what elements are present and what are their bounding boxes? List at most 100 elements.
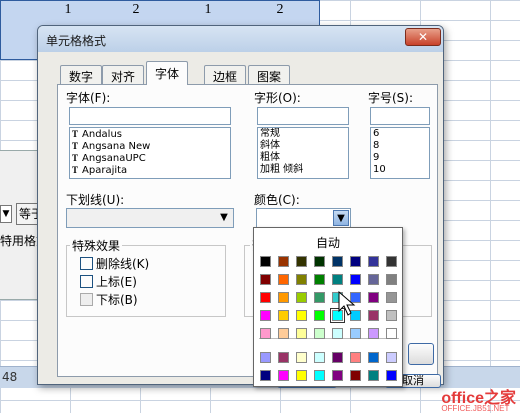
- tab-border[interactable]: 边框: [204, 65, 247, 84]
- color-swatch[interactable]: [386, 370, 397, 381]
- color-swatch[interactable]: [368, 352, 379, 363]
- style-label: 字形(O):: [254, 91, 301, 105]
- size-list-item[interactable]: 8: [371, 140, 429, 152]
- color-swatch[interactable]: [296, 370, 307, 381]
- chevron-down-icon[interactable]: ▼: [333, 210, 349, 226]
- color-swatch[interactable]: [278, 352, 289, 363]
- effects-title: 特殊效果: [70, 237, 123, 254]
- color-swatch[interactable]: [386, 310, 397, 321]
- size-input[interactable]: [370, 107, 430, 125]
- color-select[interactable]: ▼: [256, 208, 351, 228]
- color-swatch[interactable]: [350, 370, 361, 381]
- chevron-down-icon[interactable]: ▼: [216, 210, 232, 226]
- close-button[interactable]: ✕: [405, 28, 441, 46]
- color-swatch[interactable]: [350, 274, 361, 285]
- color-swatch[interactable]: [278, 310, 289, 321]
- sheet-cell[interactable]: 2: [126, 2, 146, 18]
- color-swatch[interactable]: [260, 292, 271, 303]
- color-swatch[interactable]: [278, 370, 289, 381]
- color-swatch[interactable]: [386, 292, 397, 303]
- size-list-item[interactable]: 9: [371, 152, 429, 164]
- font-list-item[interactable]: T AngsanaUPC: [70, 152, 230, 164]
- checkbox-box[interactable]: [80, 257, 93, 270]
- font-label: 字体(F):: [66, 91, 111, 105]
- color-swatch[interactable]: [368, 274, 379, 285]
- color-swatch[interactable]: [368, 292, 379, 303]
- automatic-color-option[interactable]: 自动: [254, 234, 402, 251]
- color-swatch[interactable]: [278, 274, 289, 285]
- color-swatch[interactable]: [368, 256, 379, 267]
- sheet-cell[interactable]: 2: [270, 2, 290, 18]
- color-swatch[interactable]: [332, 352, 343, 363]
- color-swatch[interactable]: [260, 256, 271, 267]
- color-swatch[interactable]: [314, 352, 325, 363]
- color-swatch[interactable]: [296, 328, 307, 339]
- partial-button[interactable]: [408, 343, 434, 365]
- color-swatch[interactable]: [278, 292, 289, 303]
- color-swatch[interactable]: [260, 352, 271, 363]
- subscript-checkbox[interactable]: 下标(B): [80, 291, 138, 307]
- color-swatch[interactable]: [386, 352, 397, 363]
- sheet-cell[interactable]: 1: [198, 2, 218, 18]
- dialog-titlebar[interactable]: 单元格格式 ✕: [38, 26, 443, 52]
- color-swatch[interactable]: [386, 256, 397, 267]
- color-swatch[interactable]: [260, 328, 271, 339]
- color-swatch[interactable]: [314, 370, 325, 381]
- size-list[interactable]: 6 8 9 10: [370, 127, 430, 179]
- tab-alignment[interactable]: 对齐: [102, 65, 145, 84]
- color-swatch[interactable]: [368, 370, 379, 381]
- font-list[interactable]: T Andalus T Angsana New T AngsanaUPC T Apara…: [69, 127, 231, 179]
- color-swatch[interactable]: [296, 256, 307, 267]
- color-swatch[interactable]: [296, 352, 307, 363]
- style-list-item[interactable]: 斜体: [258, 140, 348, 152]
- size-list-item[interactable]: 6: [371, 128, 429, 140]
- color-swatch[interactable]: [314, 310, 325, 321]
- color-swatch[interactable]: [260, 310, 271, 321]
- style-list-item[interactable]: 粗体: [258, 152, 348, 164]
- tab-font[interactable]: 字体: [146, 61, 189, 85]
- color-swatch[interactable]: [368, 328, 379, 339]
- color-swatch[interactable]: [386, 274, 397, 285]
- color-swatch[interactable]: [296, 292, 307, 303]
- truetype-icon: T: [72, 153, 79, 163]
- color-swatch[interactable]: [386, 328, 397, 339]
- color-swatch[interactable]: [314, 292, 325, 303]
- color-swatch[interactable]: [350, 256, 361, 267]
- color-swatch[interactable]: [296, 274, 307, 285]
- color-swatch[interactable]: [314, 328, 325, 339]
- checkbox-box[interactable]: [80, 293, 93, 306]
- size-list-item[interactable]: 10: [371, 164, 429, 176]
- sheet-cell[interactable]: 1: [58, 2, 78, 18]
- color-swatch[interactable]: [278, 256, 289, 267]
- font-input[interactable]: [69, 107, 231, 125]
- color-swatch[interactable]: [368, 310, 379, 321]
- color-swatch[interactable]: [332, 370, 343, 381]
- color-swatch[interactable]: [332, 274, 343, 285]
- superscript-checkbox[interactable]: 上标(E): [80, 273, 137, 289]
- color-swatch[interactable]: [350, 352, 361, 363]
- style-input[interactable]: [257, 107, 349, 125]
- color-swatch[interactable]: [332, 328, 343, 339]
- style-list-item[interactable]: 常规: [258, 128, 348, 140]
- checkbox-box[interactable]: [80, 275, 93, 288]
- color-swatch[interactable]: [314, 274, 325, 285]
- superscript-label: 上标(E): [96, 275, 137, 289]
- tab-patterns[interactable]: 图案: [248, 65, 291, 84]
- style-list[interactable]: 常规 斜体 粗体 加粗 倾斜: [257, 127, 349, 179]
- truetype-icon: T: [72, 165, 79, 175]
- color-swatch[interactable]: [278, 328, 289, 339]
- color-swatch[interactable]: [332, 256, 343, 267]
- color-swatch[interactable]: [296, 310, 307, 321]
- strikethrough-checkbox[interactable]: 删除线(K): [80, 255, 149, 271]
- condition-dropdown[interactable]: ▼: [0, 205, 12, 223]
- color-swatch[interactable]: [350, 328, 361, 339]
- color-swatch[interactable]: [260, 274, 271, 285]
- color-swatch[interactable]: [260, 370, 271, 381]
- font-list-item[interactable]: T Andalus: [70, 128, 230, 140]
- style-list-item[interactable]: 加粗 倾斜: [258, 164, 348, 176]
- color-swatch[interactable]: [314, 256, 325, 267]
- font-list-item[interactable]: T Aparajita: [70, 164, 230, 176]
- font-list-item[interactable]: T Angsana New: [70, 140, 230, 152]
- tab-number[interactable]: 数字: [60, 65, 103, 84]
- underline-select[interactable]: ▼: [66, 208, 234, 228]
